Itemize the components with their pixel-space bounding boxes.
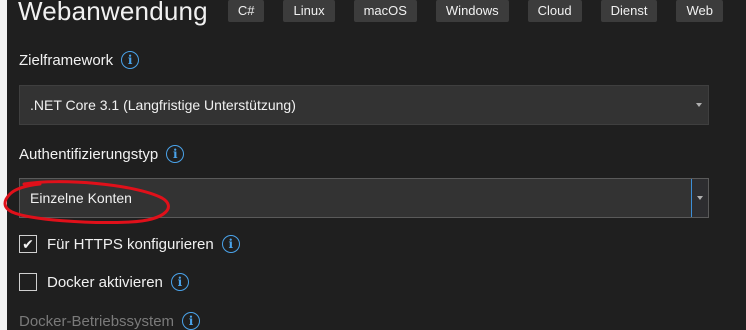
chevron-down-icon	[696, 103, 702, 107]
info-icon[interactable]: i	[166, 145, 185, 163]
tag-windows: Windows	[435, 0, 509, 22]
tag-macos: macOS	[353, 0, 417, 22]
tag-cloud: Cloud	[527, 0, 582, 22]
tag-dienst: Dienst	[600, 0, 658, 22]
project-header: Webanwendung C# Linux macOS Windows Clou…	[18, 0, 742, 28]
target-framework-label-text: Zielframework	[19, 51, 114, 69]
tag-web: Web	[676, 0, 723, 22]
auth-type-label-text: Authentifizierungstyp	[19, 145, 159, 163]
target-framework-dropdown[interactable]: .NET Core 3.1 (Langfristige Unterstützun…	[19, 85, 709, 125]
chevron-down-icon	[697, 196, 703, 200]
docker-checkbox[interactable]	[19, 273, 37, 291]
docker-option[interactable]: Docker aktivieren i	[19, 273, 189, 291]
info-icon[interactable]: i	[121, 51, 140, 69]
docker-label: Docker aktivieren	[47, 273, 163, 291]
info-icon[interactable]: i	[182, 312, 201, 330]
info-icon[interactable]: i	[170, 273, 189, 291]
tag-linux: Linux	[283, 0, 335, 22]
project-title: Webanwendung	[18, 0, 208, 26]
auth-type-dropdown[interactable]: Einzelne Konten	[19, 178, 709, 218]
tag-csharp: C#	[227, 0, 265, 22]
dropdown-button[interactable]	[691, 179, 708, 217]
window-edge	[0, 0, 7, 330]
docker-os-label: Docker-Betriebssystem i	[19, 312, 201, 330]
auth-type-value: Einzelne Konten	[30, 190, 132, 206]
https-option[interactable]: ✔ Für HTTPS konfigurieren i	[19, 235, 240, 253]
info-icon[interactable]: i	[221, 235, 240, 253]
auth-type-label: Authentifizierungstyp i	[19, 145, 185, 163]
docker-os-label-text: Docker-Betriebssystem	[19, 312, 175, 330]
https-checkbox[interactable]: ✔	[19, 235, 37, 253]
target-framework-label: Zielframework i	[19, 51, 140, 69]
https-label: Für HTTPS konfigurieren	[47, 235, 214, 253]
target-framework-value: .NET Core 3.1 (Langfristige Unterstützun…	[30, 97, 296, 113]
